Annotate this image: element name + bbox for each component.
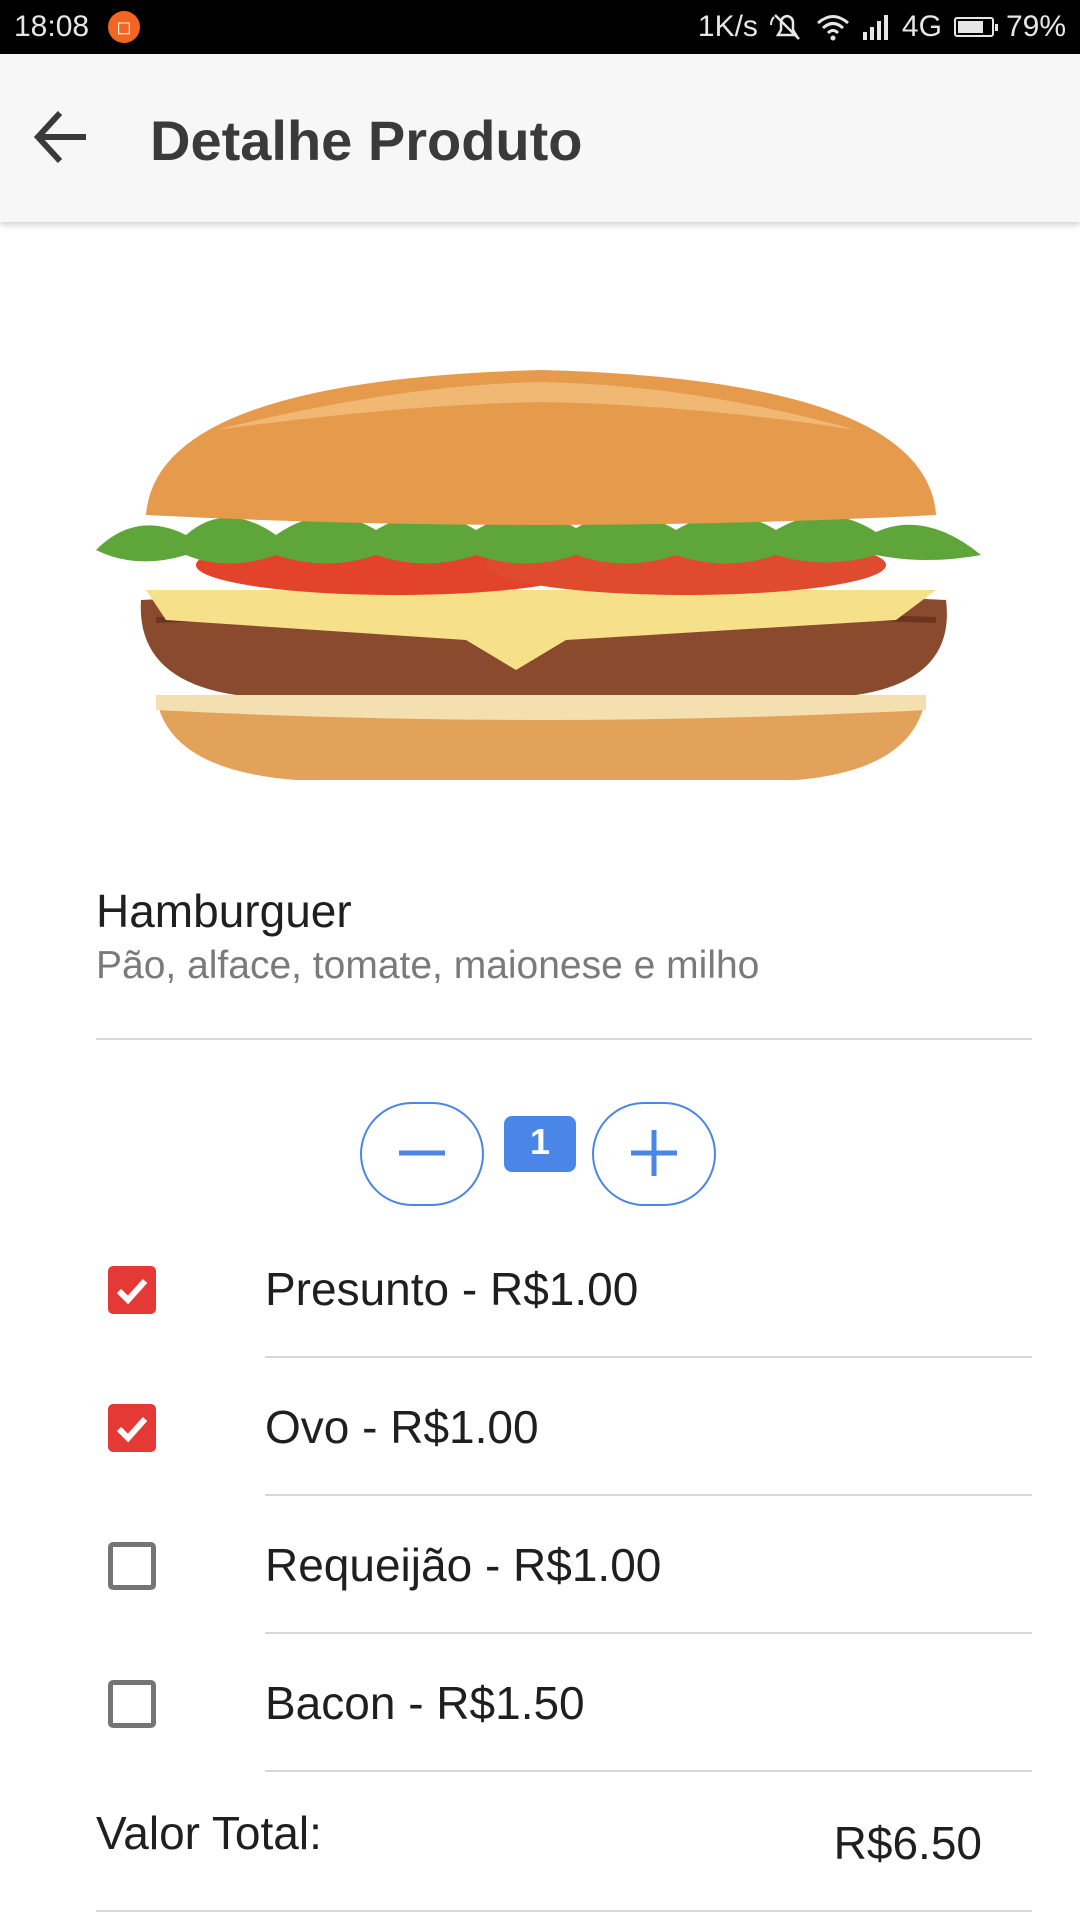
option-checkbox[interactable]	[108, 1404, 156, 1452]
app-notification-icon: ◻	[108, 11, 140, 43]
quantity-decrement-button[interactable]	[360, 1102, 484, 1206]
status-icons: 1K/s 4G 79%	[698, 10, 1066, 44]
divider	[96, 1910, 1032, 1912]
status-bar: 18:08 ◻ 1K/s 4G 79%	[0, 0, 1080, 54]
option-label: Requeijão - R$1.00	[265, 1539, 662, 1591]
option-checkbox[interactable]	[108, 1542, 156, 1590]
divider	[265, 1770, 1032, 1772]
status-time: 18:08	[14, 10, 90, 43]
option-row-ovo[interactable]: Ovo - R$1.00	[0, 1358, 1080, 1496]
option-row-presunto[interactable]: Presunto - R$1.00	[0, 1220, 1080, 1358]
option-checkbox[interactable]	[108, 1266, 156, 1314]
signal-icon	[862, 15, 888, 40]
wifi-icon	[816, 15, 849, 41]
option-label: Presunto - R$1.00	[265, 1263, 639, 1315]
app-bar: Detalhe Produto	[0, 54, 1080, 222]
mute-icon	[769, 14, 800, 40]
product-image	[96, 370, 981, 780]
quantity-value: 1	[504, 1116, 576, 1172]
network-type: 4G	[901, 10, 942, 43]
total-value: R$6.50	[833, 1817, 982, 1869]
battery-icon	[953, 17, 998, 37]
arrow-back-icon[interactable]	[30, 104, 96, 170]
product-description: Pão, alface, tomate, maionese e milho	[96, 944, 760, 987]
option-row-requeijao[interactable]: Requeijão - R$1.00	[0, 1496, 1080, 1634]
minus-icon	[399, 1150, 445, 1156]
divider	[96, 1038, 1032, 1040]
battery-text: 79%	[1005, 10, 1066, 43]
quantity-increment-button[interactable]	[592, 1102, 716, 1206]
checkmark-icon	[116, 1278, 148, 1305]
net-speed: 1K/s	[697, 10, 758, 43]
option-label: Ovo - R$1.00	[265, 1401, 539, 1453]
page-title: Detalhe Produto	[150, 109, 583, 172]
option-row-bacon[interactable]: Bacon - R$1.50	[0, 1634, 1080, 1772]
option-label: Bacon - R$1.50	[265, 1677, 585, 1729]
product-name: Hamburguer	[96, 885, 352, 937]
option-checkbox[interactable]	[108, 1680, 156, 1728]
total-label: Valor Total:	[96, 1807, 322, 1859]
checkmark-icon	[116, 1416, 148, 1443]
plus-icon	[631, 1130, 677, 1176]
